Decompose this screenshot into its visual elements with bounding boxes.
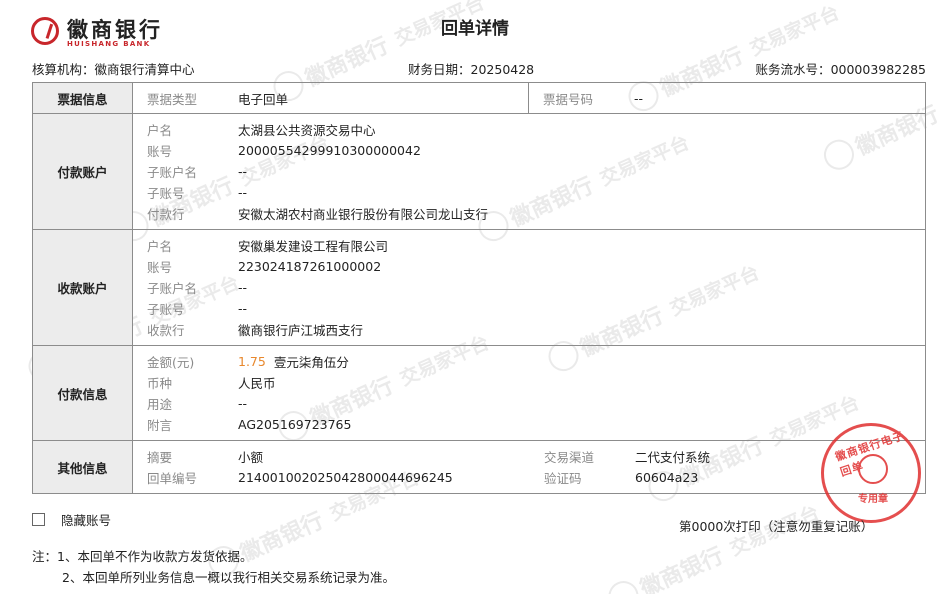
field-key: 摘要: [147, 450, 173, 465]
field-value: 小额: [238, 450, 264, 465]
field-key: 验证码: [544, 471, 582, 486]
field-key: 账号: [147, 260, 173, 275]
field-value: --: [238, 164, 248, 179]
field-key: 户名: [147, 239, 173, 254]
field-value: --: [238, 185, 248, 200]
bank-logo-icon: [31, 17, 59, 45]
field-key: 账号: [147, 144, 173, 159]
hide-account-label: 隐藏账号: [61, 513, 112, 528]
field-value: 二代支付系统: [635, 450, 711, 465]
section-fields: 摘要 小额 交易渠道 二代支付系统 回单编号 21400100202504280…: [132, 440, 926, 494]
amount-words: 壹元柒角伍分: [273, 355, 349, 370]
meta-date: 财务日期：20250428: [408, 62, 535, 77]
section-bill: 票据信息 票据类型 电子回单 票据号码 --: [32, 82, 926, 114]
field-value: 电子回单: [238, 91, 289, 107]
field-key: 子账号: [147, 302, 185, 317]
field-value: --: [238, 396, 248, 411]
field-value: 223024187261000002: [238, 259, 382, 274]
hide-account-checkbox[interactable]: [32, 513, 45, 526]
field-value: 20000554299910300000042: [238, 143, 421, 158]
hide-account-toggle[interactable]: 隐藏账号: [32, 510, 111, 529]
field-value: 人民币: [238, 376, 276, 391]
field-value: 21400100202504280004469624​5: [238, 470, 453, 485]
field-key: 票据类型: [147, 91, 198, 107]
field-key: 户名: [147, 123, 173, 138]
field-key: 金额(元): [147, 355, 195, 370]
section-fields: 票据类型 电子回单 票据号码 --: [132, 82, 926, 114]
section-fields: 金额(元) 1.75 壹元柒角伍分 币种 人民币 用途 -- 附言 AG2051697…: [132, 345, 926, 441]
print-info: 第0000次打印（注意勿重复记账）: [679, 519, 874, 534]
receipt-table: 票据信息 票据类型 电子回单 票据号码 -- 付款账户 户名 太湖县公共资源交易中…: [32, 82, 926, 494]
section-label: 付款账户: [32, 113, 133, 230]
field-value: 太湖县公共资源交易中心: [238, 123, 376, 138]
bank-name-en: HUISHANG BANK: [67, 40, 151, 48]
field-value: AG205169723765: [238, 417, 352, 432]
electronic-seal: 徽商银行电子回单 专用章: [821, 423, 921, 523]
field-value: 徽商银行庐江城西支行: [238, 323, 364, 338]
page-title: 回单详情: [441, 19, 509, 39]
section-fields: 户名 太湖县公共资源交易中心 账号 20000554299910300000042 …: [132, 113, 926, 230]
field-key: 收款行: [147, 323, 185, 338]
section-label: 票据信息: [32, 82, 133, 114]
field-key: 回单编号: [147, 471, 198, 486]
section-fields: 户名 安徽巢发建设工程有限公司 账号 223024187261000002 子账户名…: [132, 229, 926, 346]
meta-org: 核算机构：徽商银行清算中心: [32, 62, 195, 77]
amount-value: 1.75: [238, 354, 266, 369]
field-key: 子账户名: [147, 165, 198, 180]
field-key: 交易渠道: [544, 450, 595, 465]
section-payment: 付款信息 金额(元) 1.75 壹元柒角伍分 币种 人民币 用途 -- 附言 AG20…: [32, 345, 926, 441]
note-line: 注：1、本回单不作为收款方发货依据。: [32, 549, 253, 564]
field-value: 安徽巢发建设工程有限公司: [238, 239, 389, 254]
section-other: 其他信息 摘要 小额 交易渠道 二代支付系统 回单编号 214001002025…: [32, 440, 926, 494]
watermark: 徽商银行交易家平台: [603, 495, 823, 594]
notes: 注：1、本回单不作为收款方发货依据。 2、本回单所列业务信息一概以我行相关交易系…: [32, 546, 395, 588]
section-label: 收款账户: [32, 229, 133, 346]
field-value: 安徽太湖农村商业银行股份有限公司龙山支行: [238, 207, 489, 222]
seal-bottom-text: 专用章: [858, 494, 888, 505]
seal-logo-icon: [858, 454, 888, 484]
field-value: --: [238, 301, 248, 316]
field-key: 币种: [147, 376, 173, 391]
field-key: 票据号码: [543, 91, 594, 107]
section-label: 付款信息: [32, 345, 133, 441]
meta-serial: 账务流水号：000003982285: [755, 62, 926, 77]
field-key: 子账户名: [147, 281, 198, 296]
field-value: --: [238, 280, 248, 295]
field-value: 60604a23: [635, 470, 699, 485]
bank-logo: 徽商银行 HUISHANG BANK: [31, 14, 181, 50]
field-key: 用途: [147, 397, 173, 412]
note-line: 2、本回单所列业务信息一概以我行相关交易系统记录为准。: [62, 570, 395, 585]
field-key: 子账号: [147, 186, 185, 201]
section-payee: 收款账户 户名 安徽巢发建设工程有限公司 账号 223024187261000002…: [32, 229, 926, 346]
field-value: --: [634, 90, 644, 106]
field-key: 付款行: [147, 207, 185, 222]
field-key: 附言: [147, 418, 173, 433]
section-label: 其他信息: [32, 440, 133, 494]
section-payer: 付款账户 户名 太湖县公共资源交易中心 账号 2000055429991030000…: [32, 113, 926, 230]
